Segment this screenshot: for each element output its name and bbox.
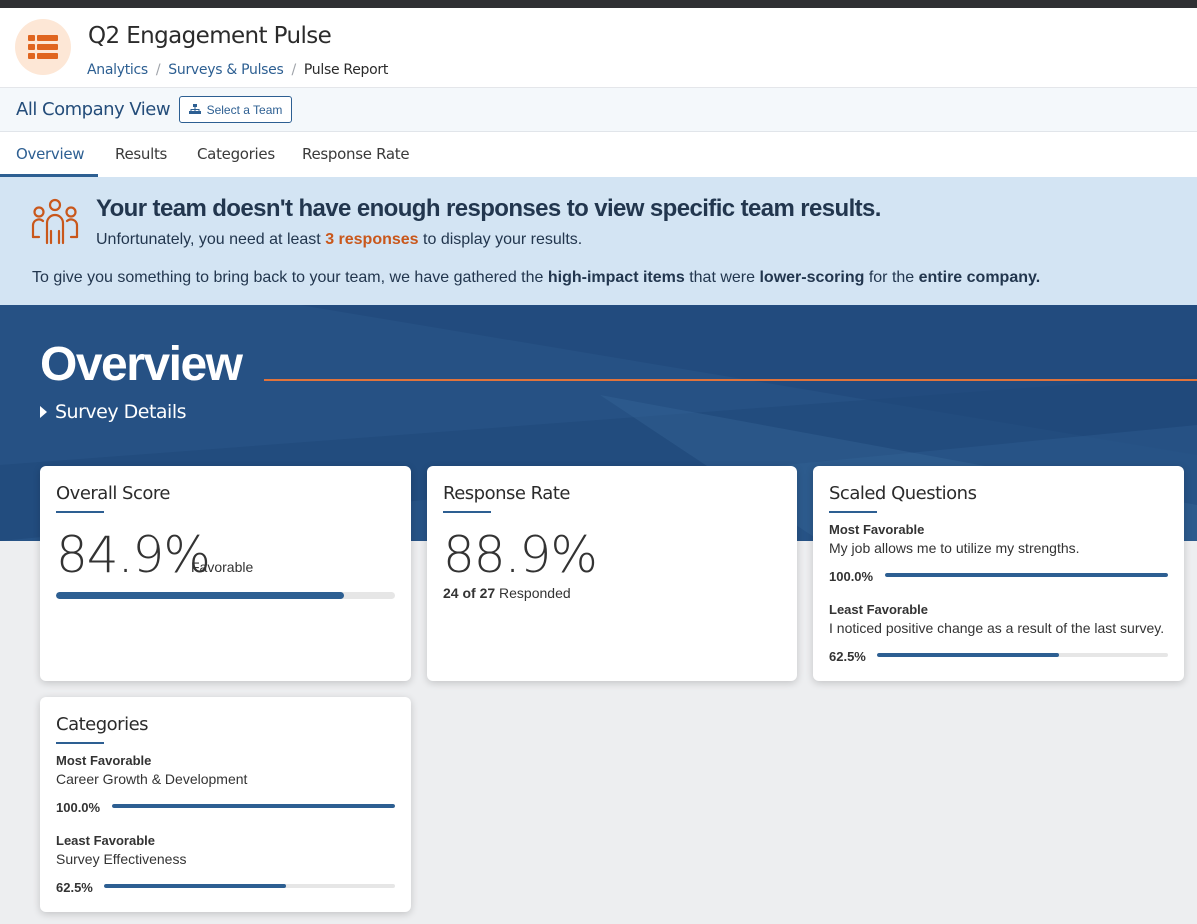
least-favorable-bar-fill <box>877 653 1059 657</box>
report-header: Q2 Engagement Pulse Analytics / Surveys & … <box>0 8 1197 88</box>
card-title-rule <box>829 511 877 513</box>
caret-right-icon <box>40 406 47 418</box>
responded-label: Responded <box>495 585 571 601</box>
favorable-label: Favorable <box>191 559 254 575</box>
least-favorable-percent: 62.5% <box>829 649 866 664</box>
alert-sub-prefix: Unfortunately, you need at least <box>96 231 326 248</box>
alert-emphasis: entire company. <box>918 269 1041 286</box>
org-chart-icon <box>188 104 201 114</box>
heading-rule <box>264 379 1197 381</box>
least-favorable-question: I noticed positive change as a result of… <box>829 620 1165 636</box>
most-favorable-percent: 100.0% <box>56 800 101 815</box>
least-favorable-bar-fill <box>104 884 286 888</box>
responded-number: 24 of 27 <box>443 585 496 601</box>
alert-emphasis: lower-scoring <box>759 269 865 286</box>
least-favorable-label: Least Favorable <box>56 833 155 848</box>
card-title: Response Rate <box>443 483 570 504</box>
card-title-rule <box>56 511 104 513</box>
survey-details-label: Survey Details <box>55 401 187 423</box>
most-favorable-bar <box>112 804 395 808</box>
card-title-rule <box>56 742 104 744</box>
most-favorable-category: Career Growth & Development <box>56 771 248 787</box>
page-title: Q2 Engagement Pulse <box>88 23 332 49</box>
most-favorable-bar <box>885 573 1168 577</box>
tab-overview[interactable]: Overview <box>16 145 85 163</box>
tab-results[interactable]: Results <box>115 145 167 163</box>
team-people-icon <box>30 197 80 250</box>
list-report-icon <box>15 19 71 75</box>
select-team-label: Select a Team <box>206 102 283 117</box>
responded-count: 24 of 27 Responded <box>443 585 571 601</box>
breadcrumb-analytics[interactable]: Analytics <box>87 62 148 78</box>
survey-details-toggle[interactable]: Survey Details <box>40 401 187 423</box>
top-strip <box>0 0 1197 8</box>
alert-text: that were <box>684 269 760 286</box>
card-title: Categories <box>56 714 149 735</box>
most-favorable-question: My job allows me to utilize my strengths… <box>829 540 1080 556</box>
alert-description: To give you something to bring back to y… <box>32 269 1040 287</box>
card-title: Overall Score <box>56 483 170 504</box>
breadcrumb-current: Pulse Report <box>303 62 389 78</box>
most-favorable-label: Most Favorable <box>56 753 152 768</box>
most-favorable-percent: 100.0% <box>829 569 874 584</box>
view-bar: All Company View Select a Team <box>0 88 1197 132</box>
breadcrumb-separator: / <box>291 62 296 78</box>
least-favorable-category: Survey Effectiveness <box>56 851 187 867</box>
alert-subtitle: Unfortunately, you need at least 3 respo… <box>96 231 582 249</box>
breadcrumb: Analytics / Surveys & Pulses / Pulse Report <box>87 62 388 78</box>
least-favorable-bar <box>104 884 395 888</box>
alert-text: for the <box>864 269 919 286</box>
categories-card: Categories Most Favorable Career Growth … <box>40 697 411 912</box>
overall-score-value: 84.9% <box>56 526 211 584</box>
alert-text: To give you something to bring back to y… <box>32 269 548 286</box>
card-title-rule <box>443 511 491 513</box>
view-title: All Company View <box>16 99 171 120</box>
insufficient-responses-alert: Your team doesn't have enough responses … <box>0 177 1197 305</box>
required-responses-count: 3 responses <box>325 231 419 248</box>
overview-heading: Overview <box>40 338 243 391</box>
most-favorable-bar-fill <box>112 804 395 808</box>
card-title: Scaled Questions <box>829 483 977 504</box>
response-rate-value: 88.9% <box>443 526 598 584</box>
overall-score-bar <box>56 592 395 599</box>
tab-response-rate[interactable]: Response Rate <box>302 145 410 163</box>
response-rate-card: Response Rate 88.9% 24 of 27 Responded <box>427 466 797 681</box>
alert-sub-suffix: to display your results. <box>418 231 583 248</box>
least-favorable-percent: 62.5% <box>56 880 93 895</box>
tab-categories[interactable]: Categories <box>197 145 275 163</box>
most-favorable-label: Most Favorable <box>829 522 925 537</box>
breadcrumb-separator: / <box>155 62 161 78</box>
most-favorable-bar-fill <box>885 573 1168 577</box>
alert-emphasis: high-impact items <box>547 269 685 286</box>
least-favorable-bar <box>877 653 1168 657</box>
scaled-questions-card: Scaled Questions Most Favorable My job a… <box>813 466 1184 681</box>
least-favorable-label: Least Favorable <box>829 602 928 617</box>
select-team-button[interactable]: Select a Team <box>179 96 292 123</box>
overall-score-bar-fill <box>56 592 344 599</box>
breadcrumb-surveys-pulses[interactable]: Surveys & Pulses <box>168 62 283 78</box>
overall-score-card: Overall Score 84.9% Favorable <box>40 466 411 681</box>
alert-title: Your team doesn't have enough responses … <box>96 195 881 222</box>
tab-bar: Overview Results Categories Response Rat… <box>0 132 1197 177</box>
